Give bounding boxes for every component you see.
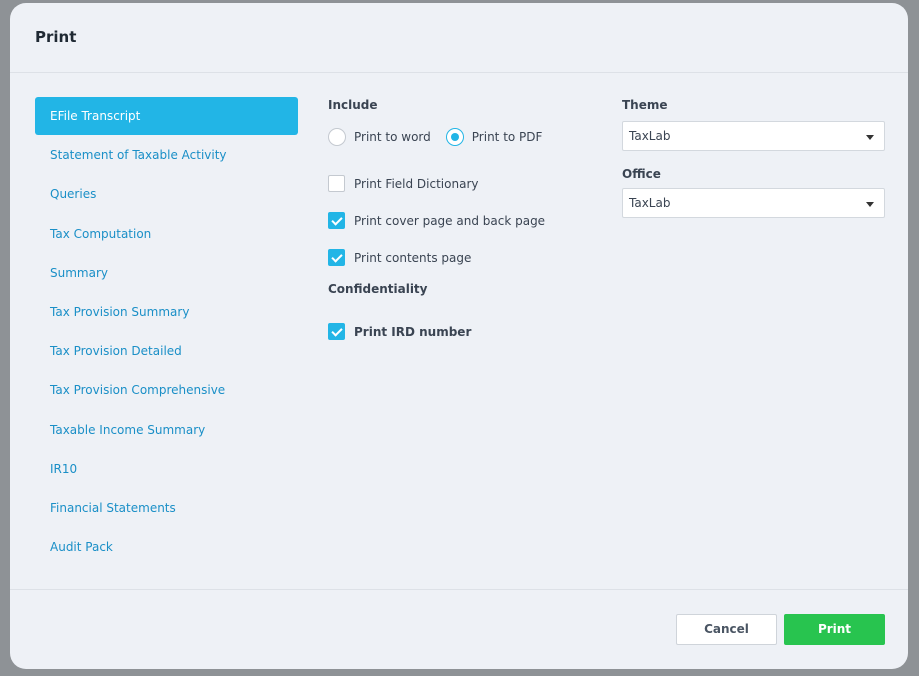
print-to-word-radio[interactable] (328, 128, 346, 146)
sidebar-item-tax-provision-summary[interactable]: Tax Provision Summary (35, 293, 298, 331)
print-to-word-label: Print to word (354, 130, 431, 144)
theme-select-value: TaxLab (629, 129, 671, 143)
office-select[interactable]: TaxLab (622, 188, 885, 218)
office-heading: Office (622, 167, 661, 181)
sidebar-item-ir10[interactable]: IR10 (35, 450, 298, 488)
sidebar-item-taxable-income-summary[interactable]: Taxable Income Summary (35, 411, 298, 449)
print-to-pdf-radio[interactable] (445, 128, 464, 146)
cover-page-option: Print cover page and back page (328, 212, 545, 229)
sidebar-item-financial-statements[interactable]: Financial Statements (35, 489, 298, 527)
field-dictionary-label: Print Field Dictionary (354, 176, 479, 191)
contents-page-label: Print contents page (354, 250, 472, 265)
dialog-header: Print (10, 3, 908, 73)
output-format-group: Print to word Print to PDF (328, 128, 557, 146)
cover-page-label: Print cover page and back page (354, 213, 546, 228)
dialog-footer: Cancel Print (10, 589, 908, 669)
print-button[interactable]: Print (784, 614, 885, 645)
sidebar-item-tax-provision-detailed[interactable]: Tax Provision Detailed (35, 332, 298, 370)
theme-select[interactable]: TaxLab (622, 121, 885, 151)
confidentiality-heading: Confidentiality (328, 282, 428, 296)
sidebar-item-queries[interactable]: Queries (35, 175, 298, 213)
ird-number-option: Print IRD number (328, 323, 471, 340)
sidebar-item-tax-provision-comprehensive[interactable]: Tax Provision Comprehensive (35, 371, 298, 409)
dialog-title: Print (35, 28, 77, 46)
sidebar-item-audit-pack[interactable]: Audit Pack (35, 528, 298, 566)
cover-page-checkbox[interactable] (328, 212, 345, 229)
caret-down-icon (866, 135, 874, 140)
field-dictionary-option: Print Field Dictionary (328, 175, 478, 192)
contents-page-option: Print contents page (328, 249, 471, 266)
include-heading: Include (328, 98, 378, 112)
sidebar-item-efile-transcript[interactable]: EFile Transcript (35, 97, 298, 135)
cancel-button[interactable]: Cancel (676, 614, 777, 645)
ird-number-label: Print IRD number (354, 324, 472, 339)
field-dictionary-checkbox[interactable] (328, 175, 345, 192)
print-to-pdf-label: Print to PDF (471, 130, 543, 144)
print-dialog: Print EFile Transcript Statement of Taxa… (10, 3, 908, 669)
sidebar-item-tax-computation[interactable]: Tax Computation (35, 215, 298, 253)
caret-down-icon (866, 202, 874, 207)
office-select-value: TaxLab (629, 196, 671, 210)
ird-number-checkbox[interactable] (328, 323, 345, 340)
theme-heading: Theme (622, 98, 668, 112)
sidebar-item-summary[interactable]: Summary (35, 254, 298, 292)
contents-page-checkbox[interactable] (328, 249, 345, 266)
sidebar-item-statement-of-taxable-activity[interactable]: Statement of Taxable Activity (35, 136, 298, 174)
report-sidebar: EFile Transcript Statement of Taxable Ac… (35, 97, 298, 567)
